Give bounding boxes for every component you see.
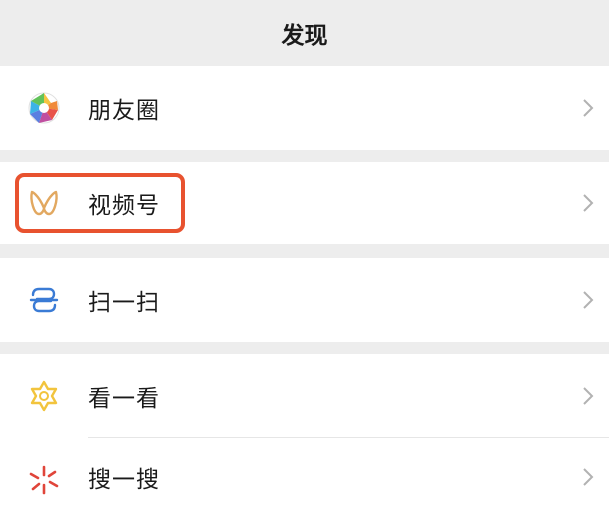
menu-item-label: 扫一扫 — [88, 290, 160, 316]
menu-item-top-stories[interactable]: 看一看 — [0, 354, 609, 438]
chevron-right-icon — [583, 387, 594, 405]
search-sparkle-icon — [26, 462, 62, 498]
moments-aperture-icon — [26, 90, 62, 126]
menu-item-label: 搜一搜 — [88, 466, 160, 493]
menu-item-label: 朋友圈 — [88, 98, 160, 124]
page-title: 发现 — [281, 23, 328, 49]
chevron-right-icon — [583, 467, 594, 486]
chevron-right-icon — [583, 291, 594, 309]
menu-item-label: 看一看 — [88, 386, 160, 412]
menu-item-search[interactable]: 搜一搜 — [0, 438, 609, 515]
menu-item-scan[interactable]: 扫一扫 — [0, 258, 609, 342]
menu-item-channels[interactable]: 视频号 — [0, 162, 609, 244]
menu-item-moments[interactable]: 朋友圈 — [0, 66, 609, 150]
channels-butterfly-icon — [26, 185, 62, 221]
scan-icon — [26, 282, 62, 318]
top-bar: 发现 — [0, 0, 609, 66]
top-stories-star-icon — [26, 378, 62, 414]
menu-item-label: 视频号 — [88, 193, 160, 219]
chevron-right-icon — [583, 99, 594, 117]
chevron-right-icon — [583, 194, 594, 212]
